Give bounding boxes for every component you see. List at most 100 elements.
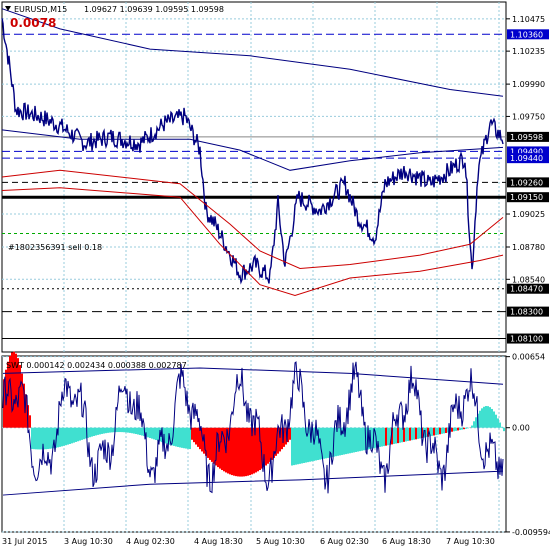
hist-bar	[245, 427, 247, 477]
hist-bar	[141, 427, 143, 436]
hist-bar	[271, 427, 273, 460]
hist-bar	[461, 427, 463, 430]
hist-bar	[189, 427, 191, 450]
hist-bar	[239, 427, 241, 477]
hist-bar	[123, 427, 125, 433]
hist-bar	[483, 406, 485, 428]
hist-bar	[121, 427, 123, 433]
hist-bar	[451, 427, 453, 432]
hist-bar	[175, 427, 177, 447]
hist-bar	[475, 417, 477, 428]
chart-window[interactable]: 1.10475 1.10235 1.09990 1.09750 1.09025 1.087…	[0, 0, 550, 550]
hist-bar	[149, 427, 151, 438]
hist-bar	[63, 427, 65, 446]
hist-bar	[361, 427, 363, 451]
hist-bar	[33, 427, 35, 450]
hist-bar	[417, 427, 419, 439]
hist-bar	[401, 427, 403, 443]
price-tick-label: 1.08780	[512, 243, 545, 252]
hist-bar	[137, 427, 139, 435]
hist-bar	[19, 364, 21, 428]
hist-bar	[31, 427, 33, 449]
hist-bar	[471, 425, 473, 428]
time-label: 31 Jul 2015	[2, 537, 47, 546]
hist-bar	[437, 427, 439, 435]
hist-bar	[443, 427, 445, 434]
hist-bar	[183, 427, 185, 449]
price-badge-label: 1.10360	[510, 30, 543, 39]
hist-bar	[479, 410, 481, 428]
hist-bar	[125, 427, 127, 433]
hist-bar	[101, 427, 103, 434]
price-badge-label: 1.09150	[510, 193, 543, 202]
hist-bar	[431, 427, 433, 436]
hist-bar	[351, 427, 353, 453]
hist-bar	[265, 427, 267, 466]
profit-value: 0.0078	[10, 16, 56, 30]
hist-bar	[179, 427, 181, 448]
hist-bar	[323, 427, 325, 459]
hist-bar	[135, 427, 137, 435]
time-label: 6 Aug 02:30	[320, 537, 369, 546]
hist-bar	[439, 427, 441, 435]
hist-bar	[357, 427, 359, 452]
hist-bar	[241, 427, 243, 477]
hist-bar	[455, 427, 457, 431]
hist-bar	[289, 427, 291, 440]
hist-bar	[491, 408, 493, 428]
price-tick-label: 1.09990	[512, 80, 545, 89]
hist-bar	[413, 427, 415, 440]
chart-canvas[interactable]: 1.10475 1.10235 1.09990 1.09750 1.09025 1.087…	[0, 0, 550, 550]
hist-bar	[209, 427, 211, 460]
hist-bar	[39, 427, 41, 450]
hist-bar	[441, 427, 443, 434]
hist-bar	[247, 427, 249, 476]
hist-bar	[495, 414, 497, 428]
hist-bar	[51, 427, 53, 449]
hist-bar	[193, 427, 195, 443]
hist-bar	[353, 427, 355, 453]
symbol-timeframe: EURUSD,M15	[14, 5, 67, 14]
hist-bar	[349, 427, 351, 454]
hist-bar	[415, 427, 417, 440]
hist-bar	[327, 427, 329, 458]
hist-bar	[65, 427, 67, 446]
hist-bar	[139, 427, 141, 435]
hist-bar	[97, 427, 99, 435]
hist-bar	[81, 427, 83, 440]
hist-bar	[75, 427, 77, 442]
hist-bar	[487, 406, 489, 428]
hist-bar	[393, 427, 395, 444]
hist-bar	[99, 427, 101, 435]
hist-bar	[157, 427, 159, 441]
hist-bar	[187, 427, 189, 449]
hist-bar	[297, 427, 299, 465]
hist-bar	[383, 427, 385, 447]
price-badge-label: 1.09260	[510, 178, 543, 187]
price-tick-label: 1.10235	[512, 47, 545, 56]
hist-bar	[131, 427, 133, 434]
hist-bar	[243, 427, 245, 477]
hist-bar	[129, 427, 131, 433]
hist-bar	[211, 427, 213, 462]
hist-bar	[395, 427, 397, 444]
hist-bar	[303, 427, 305, 463]
hist-bar	[35, 427, 37, 450]
time-label: 3 Aug 10:30	[64, 537, 113, 546]
hist-bar	[501, 426, 503, 428]
hist-bar	[109, 427, 111, 433]
indicator-tick-label: -0.009594	[512, 528, 550, 537]
hist-bar	[153, 427, 155, 440]
price-badge-label: 1.09440	[510, 154, 543, 163]
hist-bar	[147, 427, 149, 438]
hist-bar	[269, 427, 271, 462]
hist-bar	[463, 427, 465, 430]
hist-bar	[77, 427, 79, 442]
hist-bar	[381, 427, 383, 447]
hist-bar	[29, 415, 31, 428]
hist-bar	[89, 427, 91, 438]
hist-bar	[181, 427, 183, 448]
hist-bar	[355, 427, 357, 452]
indicator-tick-label: 0.00	[512, 424, 530, 433]
hist-bar	[105, 427, 107, 434]
